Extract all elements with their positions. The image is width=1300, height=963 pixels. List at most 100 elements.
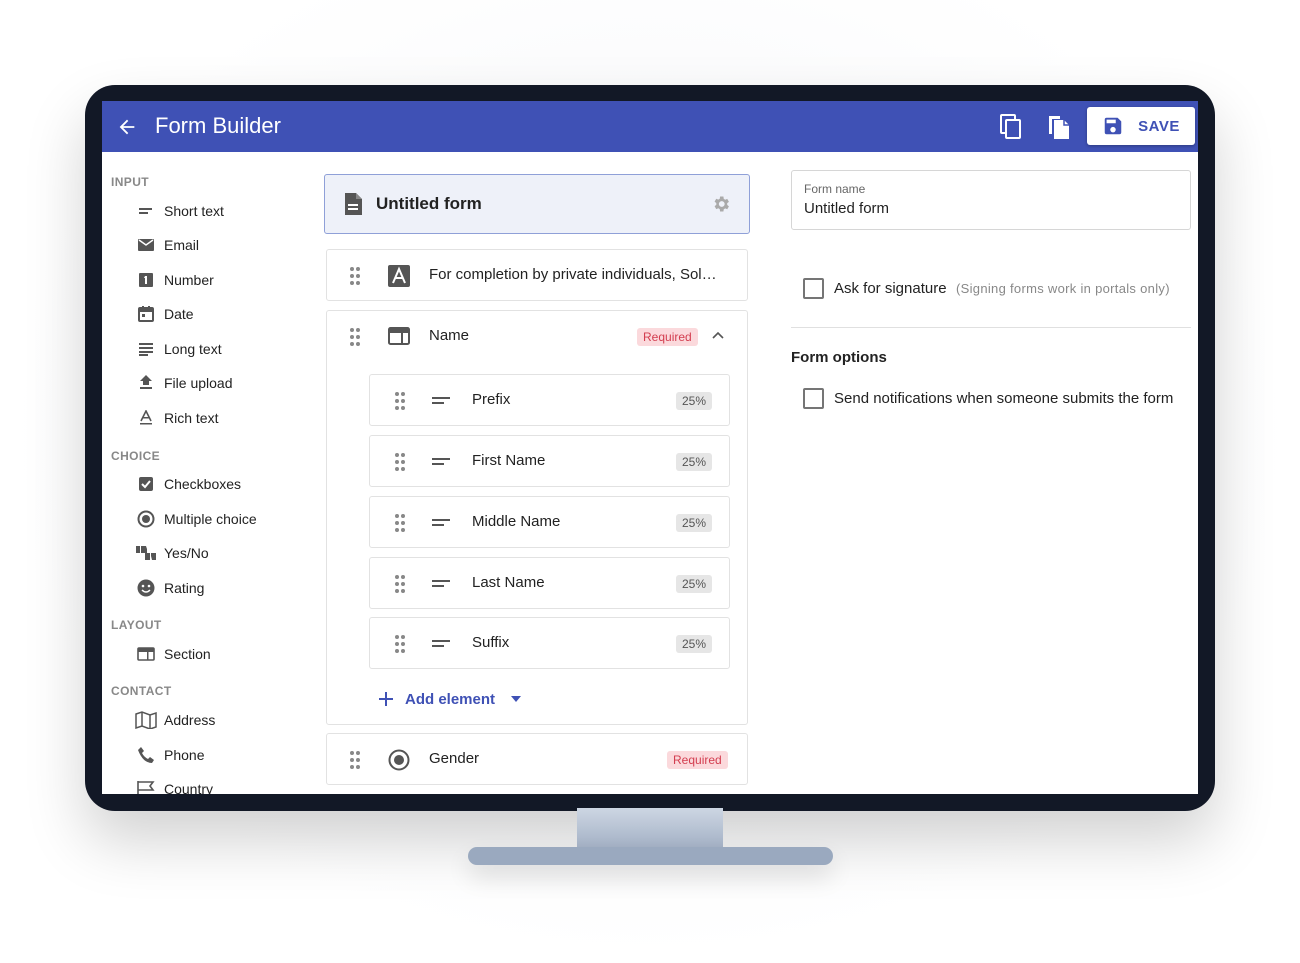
date-icon [138, 306, 154, 322]
section-heading-input: INPUT [111, 175, 149, 189]
form-title: Untitled form [376, 194, 482, 213]
gear-icon[interactable] [711, 194, 731, 214]
form-element-gender[interactable]: Gender Required [326, 733, 748, 785]
phone-icon [138, 747, 154, 763]
width-badge: 25% [676, 453, 713, 471]
save-button[interactable]: SAVE [1087, 107, 1195, 145]
file-upload-icon [140, 375, 152, 389]
palette-item-country[interactable]: Country [132, 775, 213, 794]
short-text-icon [432, 640, 450, 647]
sub-field-first-name[interactable]: First Name 25% [369, 435, 730, 487]
text-block-icon [388, 265, 410, 287]
signature-label: Ask for signature [834, 280, 947, 297]
width-badge: 25% [676, 514, 713, 532]
short-text-icon [139, 208, 152, 214]
signature-hint: (Signing forms work in portals only) [956, 281, 1170, 296]
width-badge: 25% [676, 575, 713, 593]
drag-handle-icon[interactable] [394, 452, 406, 472]
palette-item-address[interactable]: Address [132, 706, 215, 734]
radio-icon [388, 749, 410, 771]
short-text-icon [432, 397, 450, 404]
short-text-icon [432, 580, 450, 587]
short-text-icon [432, 458, 450, 465]
number-icon [139, 273, 153, 287]
width-badge: 25% [676, 635, 713, 653]
drag-handle-icon[interactable] [394, 574, 406, 594]
palette-item-email[interactable]: Email [132, 231, 199, 259]
palette-item-checkboxes[interactable]: Checkboxes [132, 470, 241, 498]
drag-handle-icon[interactable] [394, 513, 406, 533]
smiley-icon [137, 579, 155, 597]
palette-item-date[interactable]: Date [132, 300, 194, 328]
save-label: SAVE [1138, 117, 1180, 135]
section-icon [137, 647, 155, 661]
notify-checkbox[interactable] [803, 388, 824, 409]
form-name-label: Form name [804, 182, 866, 196]
file-copy-icon [1049, 116, 1069, 139]
palette-item-rating[interactable]: Rating [132, 574, 204, 602]
back-button[interactable] [112, 112, 142, 142]
palette-item-file-upload[interactable]: File upload [132, 369, 233, 397]
copy-button[interactable] [995, 111, 1027, 143]
monitor-stand-neck [577, 808, 723, 852]
drag-handle-icon[interactable] [394, 391, 406, 411]
caret-down-icon [511, 696, 522, 702]
chevron-up-icon[interactable] [712, 331, 724, 339]
required-badge: Required [667, 751, 728, 769]
section-icon [388, 327, 410, 345]
palette-item-phone[interactable]: Phone [132, 741, 204, 769]
drag-handle-icon[interactable] [394, 634, 406, 654]
short-text-icon [432, 519, 450, 526]
drag-handle-icon[interactable] [349, 750, 361, 770]
flag-icon [137, 781, 155, 794]
section-heading-contact: CONTACT [111, 684, 172, 698]
long-text-icon [139, 343, 153, 356]
drag-handle-icon[interactable] [349, 266, 361, 286]
palette-item-multiple-choice[interactable]: Multiple choice [132, 505, 257, 533]
plus-icon [379, 692, 393, 706]
element-label: For completion by private individuals, S… [429, 266, 717, 283]
palette-item-section[interactable]: Section [132, 640, 211, 668]
notify-label: Send notifications when someone submits … [834, 390, 1174, 407]
palette-item-short-text[interactable]: Short text [132, 197, 224, 225]
form-element-text-block[interactable]: For completion by private individuals, S… [326, 249, 748, 301]
map-icon [135, 711, 157, 729]
document-icon [345, 193, 362, 215]
form-options-title: Form options [791, 349, 887, 366]
width-badge: 25% [676, 392, 713, 410]
thumbs-icon [136, 546, 156, 560]
divider [791, 327, 1191, 328]
element-label: Gender [429, 750, 480, 767]
save-icon [1104, 117, 1122, 135]
add-element-button[interactable]: Add element [377, 687, 522, 711]
element-palette: INPUT Short text Email Number Date Long … [102, 152, 317, 794]
screen: Form Builder SAVE INPUT Short text Email… [102, 101, 1198, 794]
add-element-label: Add element [405, 690, 496, 708]
required-badge: Required [637, 328, 698, 346]
app-bar: Form Builder SAVE [102, 101, 1198, 152]
signature-checkbox[interactable] [803, 278, 824, 299]
copy-icon [1000, 114, 1021, 139]
palette-item-number[interactable]: Number [132, 266, 214, 294]
email-icon [138, 239, 154, 251]
palette-item-long-text[interactable]: Long text [132, 335, 222, 363]
sub-field-suffix[interactable]: Suffix 25% [369, 617, 730, 669]
checkbox-icon [139, 477, 153, 491]
rich-text-icon [140, 410, 152, 425]
sub-field-prefix[interactable]: Prefix 25% [369, 374, 730, 426]
element-label: Name [429, 327, 470, 344]
drag-handle-icon[interactable] [349, 327, 361, 347]
monitor-stand-base [468, 847, 833, 865]
section-heading-layout: LAYOUT [111, 618, 162, 632]
sub-field-last-name[interactable]: Last Name 25% [369, 557, 730, 609]
radio-icon [137, 510, 155, 528]
section-heading-choice: CHOICE [111, 449, 161, 463]
palette-item-yes-no[interactable]: Yes/No [132, 539, 209, 567]
form-header-card[interactable]: Untitled form [324, 174, 750, 234]
form-name-value: Untitled form [804, 200, 890, 217]
sub-field-middle-name[interactable]: Middle Name 25% [369, 496, 730, 548]
form-name-field[interactable]: Form name Untitled form [791, 170, 1191, 230]
app-title: Form Builder [155, 113, 281, 138]
duplicate-button[interactable] [1043, 111, 1075, 143]
palette-item-rich-text[interactable]: Rich text [132, 404, 218, 432]
